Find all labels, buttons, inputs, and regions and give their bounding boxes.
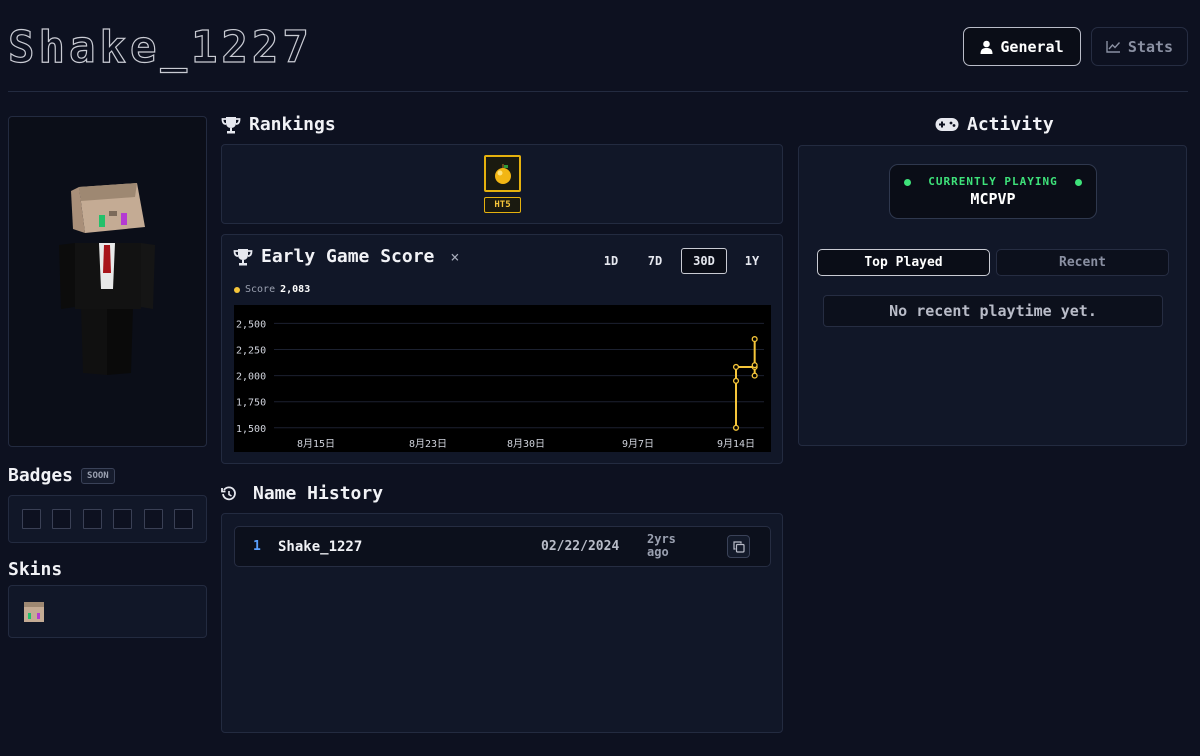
x-tick-label: 9月14日 [717,438,755,450]
rankings-panel: HT5 [221,144,783,224]
currently-playing-label: CURRENTLY PLAYING [928,175,1058,188]
legend-label: Score [245,284,276,295]
y-tick-label: 1,750 [236,398,266,409]
badge-slot [22,509,41,529]
chart-x-ticks: 8月15日 8月23日 8月30日 9月7日 9月14日 [297,438,755,450]
badges-title: Badges SOON [8,465,115,486]
line-chart-icon [1106,41,1120,53]
data-point[interactable] [751,362,758,369]
rankings-title: Rankings [221,114,336,135]
history-name: Shake_1227 [278,539,363,555]
player-username: Shake_1227 [7,21,313,73]
x-tick-label: 8月30日 [507,438,545,450]
y-tick-label: 2,250 [236,346,266,357]
range-1d-button[interactable]: 1D [588,248,634,274]
gamepad-icon [935,118,959,131]
skins-panel [8,585,207,638]
ranking-item[interactable] [484,155,521,192]
currently-playing-game: MCPVP [970,190,1016,208]
score-legend: Score 2,083 [234,284,310,295]
score-chart[interactable]: 2,500 2,250 2,000 1,750 1,500 8月15日 8月23日 8月30… [234,305,771,452]
range-1y-button[interactable]: 1Y [729,248,775,274]
history-icon [221,485,236,500]
x-tick-label: 8月23日 [409,438,447,450]
tab-stats[interactable]: Stats [1091,27,1188,66]
copy-name-button[interactable] [727,535,750,558]
data-point[interactable] [732,424,740,431]
data-point[interactable] [751,336,758,343]
range-7d-button[interactable]: 7D [632,248,678,274]
empty-playtime-message: No recent playtime yet. [823,295,1163,327]
history-title-label: Name History [253,483,384,504]
golden-apple-icon [494,163,511,184]
trophy-icon [233,248,253,265]
user-icon [980,40,993,54]
chart-series [732,336,758,431]
chart-y-ticks: 2,500 2,250 2,000 1,750 1,500 [236,319,266,434]
tab-general[interactable]: General [963,27,1081,66]
range-30d-button[interactable]: 30D [681,248,727,274]
activity-title: Activity [935,114,1054,135]
tab-stats-label: Stats [1127,37,1174,56]
score-title-label: Early Game Score [261,246,435,267]
close-score-button[interactable]: × [450,248,459,266]
y-tick-label: 1,500 [236,424,266,435]
tab-top-played[interactable]: Top Played [817,249,990,276]
badge-slot [52,509,71,529]
copy-icon [732,540,745,553]
trophy-icon [221,116,241,133]
soon-badge: SOON [81,467,115,484]
data-point[interactable] [732,363,740,370]
currently-playing-card: CURRENTLY PLAYING MCPVP [889,164,1097,219]
skin-viewer[interactable] [8,116,207,447]
x-tick-label: 9月7日 [622,438,654,450]
series-line [735,339,756,428]
legend-value: 2,083 [280,284,311,295]
y-tick-label: 2,000 [236,372,266,383]
history-row: 1 Shake_1227 02/22/2024 2yrs ago [234,526,771,567]
chart-grid [274,322,764,429]
data-point[interactable] [732,377,740,384]
tab-general-label: General [1000,37,1064,56]
badge-slot [113,509,132,529]
player-skin-render [59,183,155,375]
skins-title-label: Skins [8,559,63,580]
history-relative-time: 2yrs ago [647,532,676,559]
skins-title: Skins [8,559,62,580]
x-tick-label: 8月15日 [297,438,335,450]
ranking-tier-label: HT5 [484,197,521,213]
legend-dot [234,286,240,293]
badges-title-label: Badges [8,465,74,486]
badges-panel [8,495,207,543]
history-date: 02/22/2024 [541,539,620,554]
header-divider [8,91,1188,92]
y-tick-label: 2,500 [236,319,266,330]
skin-thumbnail[interactable] [24,602,44,622]
activity-title-label: Activity [967,114,1054,135]
data-point[interactable] [751,372,758,379]
badge-slot [83,509,102,529]
history-title: Name History [221,483,383,504]
badge-slot [144,509,163,529]
tab-recent[interactable]: Recent [996,249,1169,276]
score-title: Early Game Score × [233,246,459,267]
rankings-title-label: Rankings [249,114,336,135]
history-index: 1 [253,539,261,554]
badge-slot [174,509,193,529]
